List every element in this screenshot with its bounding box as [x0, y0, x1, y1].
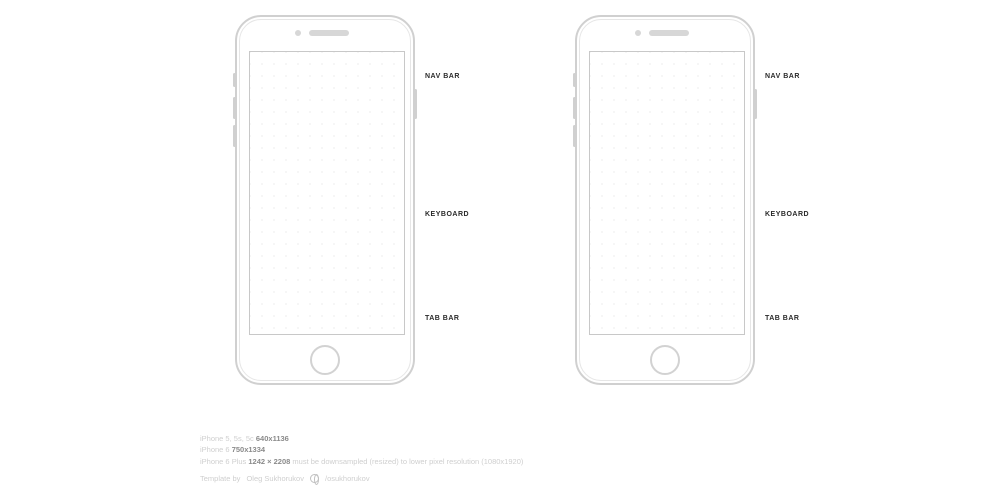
- resolution-line-1: iPhone 5, 5s, 5c 640x1136: [200, 433, 523, 444]
- volume-down-button-icon: [573, 125, 576, 147]
- credit-line: Template by Oleg Sukhorukov /osukhorukov: [200, 473, 523, 484]
- label-tab-bar: TAB BAR: [425, 315, 459, 322]
- volume-up-button-icon: [573, 97, 576, 119]
- credit-prefix: Template by: [200, 473, 240, 484]
- credit-author: Oleg Sukhorukov: [246, 473, 304, 484]
- volume-up-button-icon: [233, 97, 236, 119]
- label-nav-bar: NAV BAR: [765, 73, 800, 80]
- globe-icon: [310, 474, 319, 483]
- resolution-note: must be downsampled (resized) to lower p…: [292, 457, 523, 466]
- label-tab-bar: TAB BAR: [765, 315, 799, 322]
- device-resolution: 1242 × 2208: [248, 457, 290, 466]
- speaker-icon: [649, 30, 689, 36]
- device-label: iPhone 6 Plus: [200, 457, 246, 466]
- speaker-icon: [309, 30, 349, 36]
- label-keyboard: KEYBOARD: [425, 211, 469, 218]
- device-resolution: 750x1334: [232, 445, 265, 454]
- phone-frame: [575, 15, 755, 385]
- device-label: iPhone 5, 5s, 5c: [200, 434, 254, 443]
- mockups-row: NAV BAR KEYBOARD TAB BAR NAV BAR KEYBOAR…: [0, 15, 1000, 435]
- dotted-grid-screen: [589, 51, 745, 335]
- device-label: iPhone 6: [200, 445, 230, 454]
- resolution-line-3: iPhone 6 Plus 1242 × 2208 must be downsa…: [200, 456, 523, 467]
- home-button-icon: [310, 345, 340, 375]
- phone-frame: [235, 15, 415, 385]
- device-resolution: 640x1136: [256, 434, 289, 443]
- home-button-icon: [650, 345, 680, 375]
- power-button-icon: [754, 89, 757, 119]
- label-nav-bar: NAV BAR: [425, 73, 460, 80]
- power-button-icon: [414, 89, 417, 119]
- volume-down-button-icon: [233, 125, 236, 147]
- mute-switch-icon: [233, 73, 236, 87]
- camera-icon: [635, 30, 641, 36]
- label-keyboard: KEYBOARD: [765, 211, 809, 218]
- footer-block: iPhone 5, 5s, 5c 640x1136 iPhone 6 750x1…: [200, 433, 523, 484]
- template-page: NAV BAR KEYBOARD TAB BAR NAV BAR KEYBOAR…: [0, 0, 1000, 500]
- mockup-left: NAV BAR KEYBOARD TAB BAR: [235, 15, 425, 435]
- mute-switch-icon: [573, 73, 576, 87]
- camera-icon: [295, 30, 301, 36]
- dotted-grid-screen: [249, 51, 405, 335]
- credit-handle: /osukhorukov: [325, 473, 370, 484]
- resolution-line-2: iPhone 6 750x1334: [200, 444, 523, 455]
- mockup-right: NAV BAR KEYBOARD TAB BAR: [575, 15, 765, 435]
